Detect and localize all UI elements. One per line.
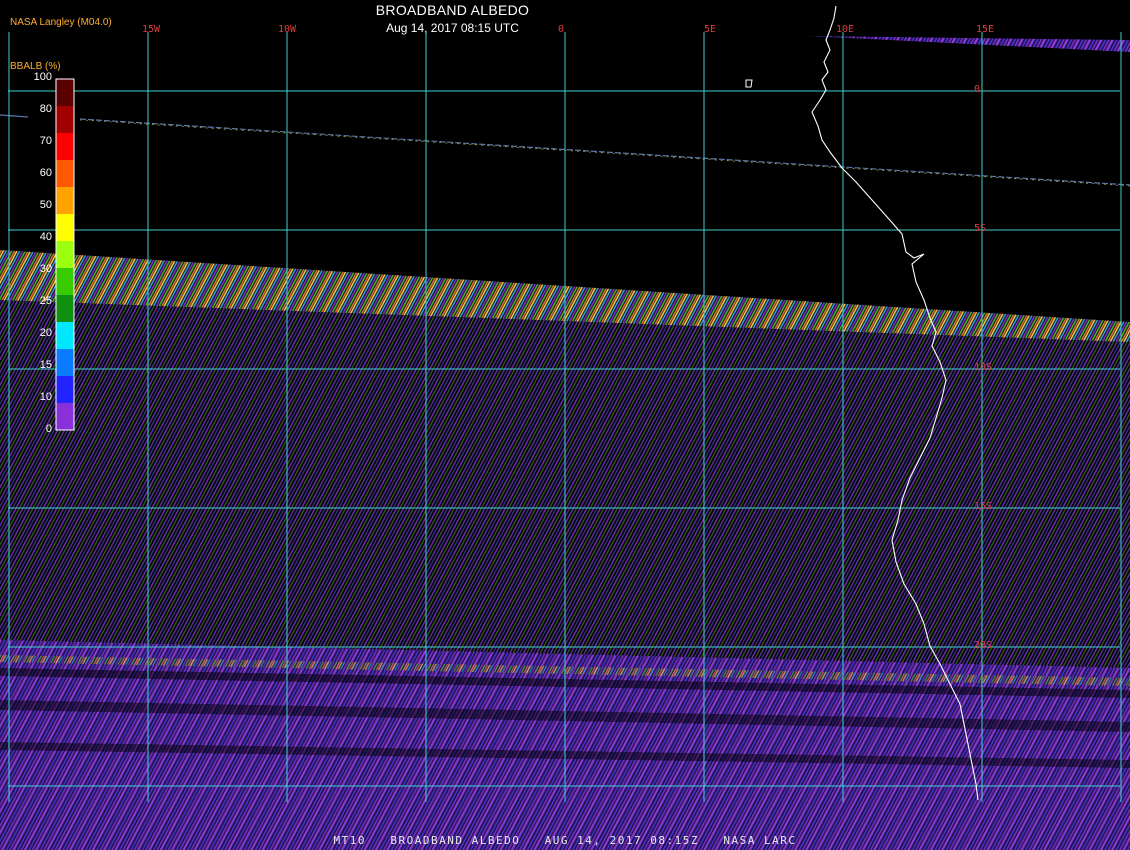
scan-artifact-line: [79, 118, 1130, 186]
lon-label-10e: 10E: [836, 24, 855, 35]
map-timestamp: Aug 14, 2017 08:15 UTC: [386, 21, 519, 35]
colorbar-segment: [56, 133, 74, 160]
colorbar-tick: 10: [39, 391, 52, 403]
colorbar-segment: [56, 295, 74, 322]
lat-label-10s: 10S: [974, 362, 993, 373]
colorbar-segment: [56, 160, 74, 187]
colorbar-segment: [56, 376, 74, 403]
albedo-map[interactable]: [0, 0, 1130, 850]
lat-label-15s: 15S: [974, 501, 993, 512]
colorbar-segment: [56, 349, 74, 376]
colorbar-tick: 15: [39, 359, 52, 371]
colorbar-segment: [56, 106, 74, 133]
lat-label-0: 0: [974, 84, 981, 95]
colorbar-tick: 0: [45, 423, 52, 435]
colorbar-tick: 70: [39, 135, 52, 147]
colorbar-tick: 60: [39, 167, 52, 179]
colorbar: [55, 78, 75, 431]
lon-label-0: 0: [558, 24, 565, 35]
lon-label-15w: 15W: [142, 24, 161, 35]
colorbar-segment: [56, 403, 74, 430]
colorbar-tick: 40: [39, 231, 52, 243]
colorbar-segment: [56, 187, 74, 214]
colorbar-tick: 80: [39, 103, 52, 115]
colorbar-tick: 30: [39, 263, 52, 275]
colorbar-segment: [56, 214, 74, 241]
lat-label-5s: 5S: [974, 223, 987, 234]
lon-label-5e: 5E: [704, 24, 717, 35]
colorbar-segment: [56, 322, 74, 349]
colorbar-tick: 25: [39, 295, 52, 307]
lat-label-20s: 20S: [974, 640, 993, 651]
albedo-swath-top-right: [808, 36, 1130, 52]
map-title: BROADBAND ALBEDO: [375, 2, 530, 18]
lon-label-15e: 15E: [976, 24, 995, 35]
colorbar-segment: [56, 241, 74, 268]
colorbar-tick: 20: [39, 327, 52, 339]
producer-label: NASA Langley (M04.0): [10, 17, 112, 28]
colorbar-segment: [56, 79, 74, 106]
satellite-map-view: BROADBAND ALBEDO Aug 14, 2017 08:15 UTC …: [0, 0, 1130, 850]
colorbar-tick: 100: [33, 71, 52, 83]
lon-label-10w: 10W: [278, 24, 297, 35]
footer-caption: MT10 BROADBAND ALBEDO AUG 14, 2017 08:15…: [333, 834, 797, 847]
colorbar-segment: [56, 268, 74, 295]
colorbar-tick: 50: [39, 199, 52, 211]
island-outline: [745, 79, 753, 88]
